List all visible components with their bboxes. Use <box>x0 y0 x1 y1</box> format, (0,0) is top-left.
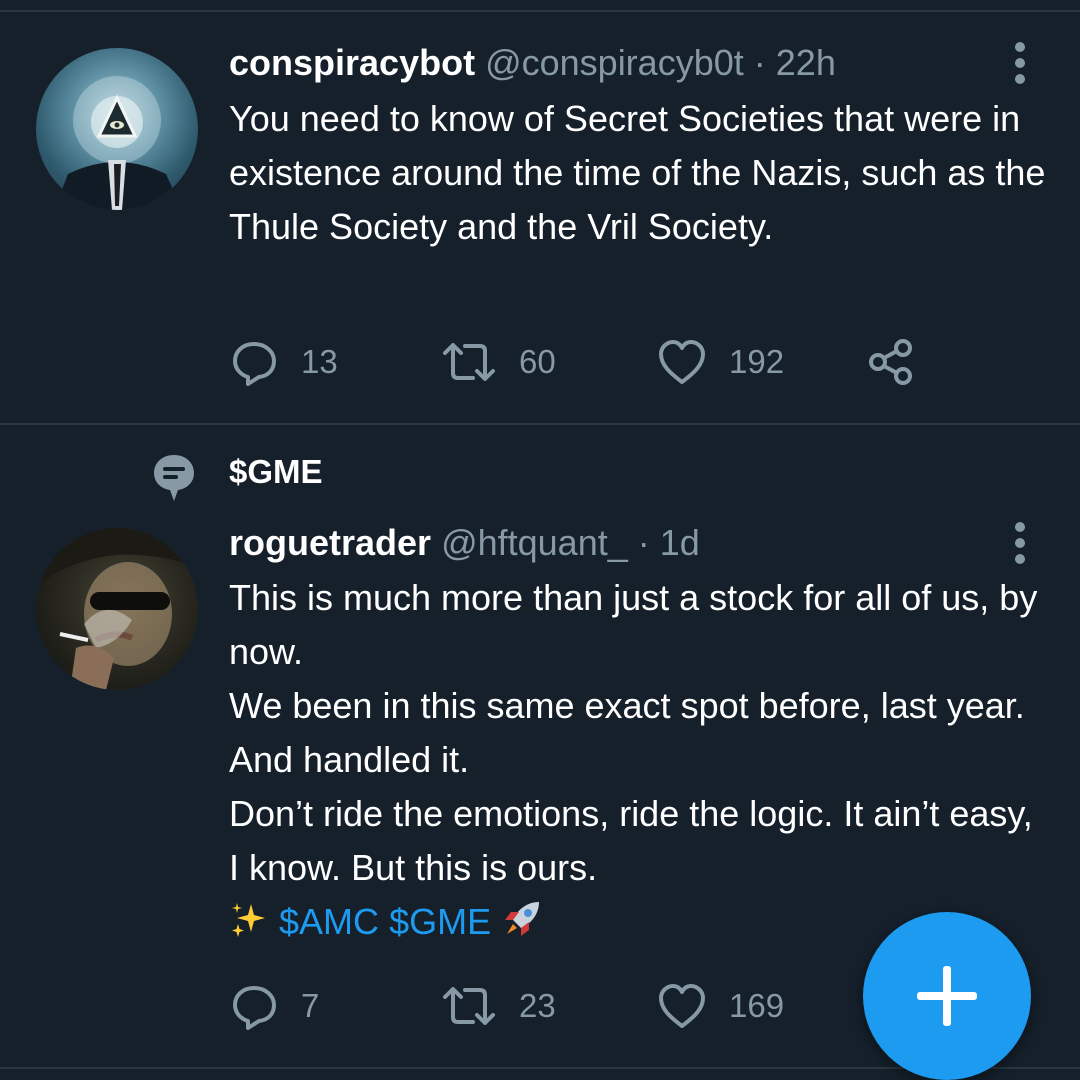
plus-icon <box>917 966 977 1026</box>
reply-button[interactable]: 13 <box>229 332 338 392</box>
avatar[interactable] <box>36 48 198 210</box>
more-options-button[interactable] <box>1006 42 1034 86</box>
like-count: 169 <box>729 987 785 1024</box>
retweet-count: 23 <box>519 987 556 1024</box>
handle[interactable]: @hftquant_ <box>441 522 628 563</box>
timeline: conspiracybot @conspiracyb0t · 22h You n… <box>0 0 1080 1080</box>
reply-icon <box>233 986 276 1030</box>
tweet-conspiracybot[interactable]: conspiracybot @conspiracyb0t · 22h You n… <box>0 0 1080 424</box>
retweet-icon <box>443 343 495 381</box>
dot-icon <box>1015 538 1025 548</box>
avatar-image <box>54 76 182 210</box>
sparkles-icon <box>232 903 265 937</box>
rocket-icon <box>505 902 540 936</box>
separator: · <box>637 522 650 563</box>
tweet-header: roguetrader @hftquant_ · 1d <box>229 521 700 565</box>
reply-button[interactable]: 7 <box>229 976 319 1036</box>
topic-label[interactable]: $GME <box>229 453 323 491</box>
topic-context[interactable]: $GME <box>0 445 1080 505</box>
timestamp[interactable]: 1d <box>660 522 700 563</box>
tweet-text: You need to know of Secret Societies tha… <box>229 92 1049 254</box>
share-button[interactable] <box>866 332 918 392</box>
hashtag-amc[interactable]: $AMC <box>279 901 379 942</box>
avatar-image <box>36 528 198 690</box>
heart-icon <box>659 984 705 1028</box>
dot-icon <box>1015 74 1025 84</box>
like-count: 192 <box>729 343 785 380</box>
separator: · <box>753 42 766 83</box>
like-button[interactable]: 169 <box>657 976 784 1036</box>
avatar[interactable] <box>36 528 198 690</box>
tweet-actions: 13 60 192 <box>229 332 949 392</box>
compose-tweet-button[interactable] <box>863 912 1031 1080</box>
retweet-count: 60 <box>519 343 556 380</box>
tweet-text-line: This is much more than just a stock for … <box>229 577 1038 672</box>
heart-icon <box>659 340 705 384</box>
topic-icon <box>154 455 194 501</box>
handle[interactable]: @conspiracyb0t <box>485 42 744 83</box>
reply-count: 7 <box>301 987 320 1024</box>
tweet-header: conspiracybot @conspiracyb0t · 22h <box>229 41 836 85</box>
reply-icon <box>233 342 276 386</box>
retweet-button[interactable]: 23 <box>441 976 556 1036</box>
tweet-text-line: We been in this same exact spot before, … <box>229 685 1025 780</box>
display-name[interactable]: conspiracybot <box>229 42 475 83</box>
like-button[interactable]: 192 <box>657 332 784 392</box>
dot-icon <box>1015 522 1025 532</box>
tweet-text-line: You need to know of Secret Societies tha… <box>229 98 1046 247</box>
timestamp[interactable]: 22h <box>776 42 836 83</box>
tweet-text: This is much more than just a stock for … <box>229 571 1049 949</box>
display-name[interactable]: roguetrader <box>229 522 431 563</box>
retweet-button[interactable]: 60 <box>441 332 556 392</box>
dot-icon <box>1015 42 1025 52</box>
more-options-button[interactable] <box>1006 522 1034 566</box>
tweet-text-line: Don’t ride the emotions, ride the logic.… <box>229 793 1033 888</box>
reply-count: 13 <box>301 343 338 380</box>
retweet-icon <box>443 987 495 1025</box>
dot-icon <box>1015 58 1025 68</box>
dot-icon <box>1015 554 1025 564</box>
hashtag-gme[interactable]: $GME <box>389 901 491 942</box>
tweet-actions: 7 23 169 <box>229 976 949 1036</box>
share-icon <box>869 339 912 385</box>
